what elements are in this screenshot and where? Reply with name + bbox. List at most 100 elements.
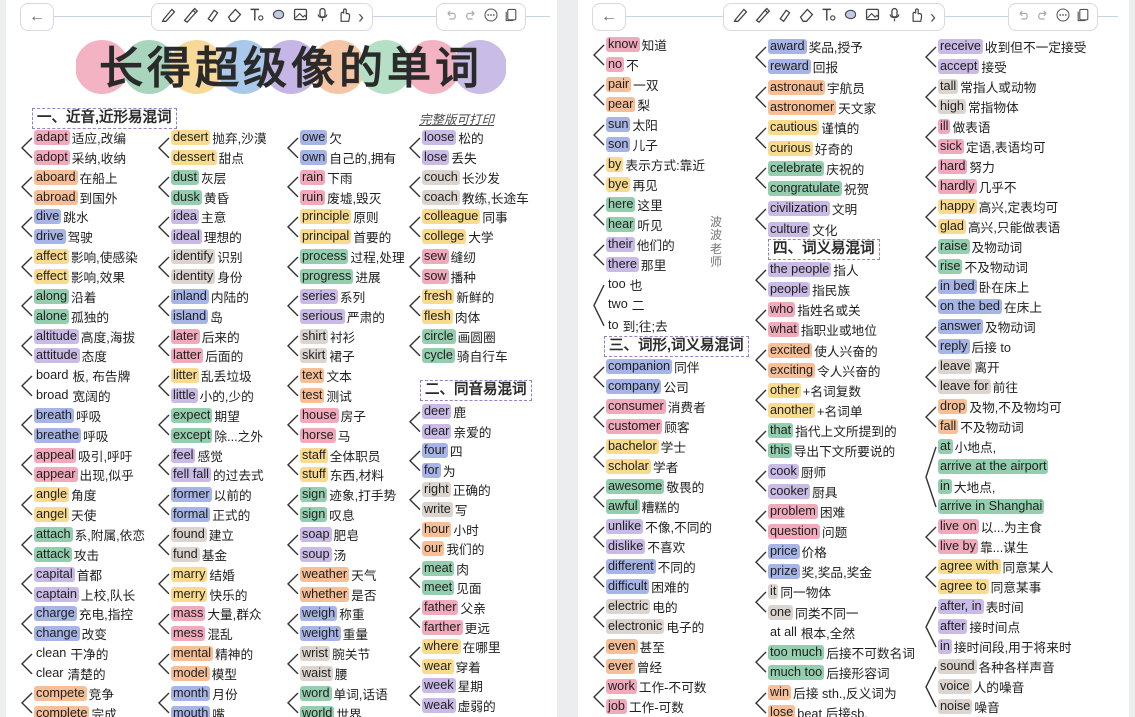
bracket-icon — [925, 606, 937, 647]
right-page: ← › 波波老师 三、词形,词义易混词 四、词义易混词 know 知道 no 不 pai… — [578, 0, 1129, 717]
microphone-icon[interactable] — [314, 6, 331, 28]
vocab-meaning: 在船上 — [79, 171, 118, 186]
vocab-word: later — [171, 328, 200, 344]
vocab-word: happy — [938, 199, 977, 214]
vocab-word: cycle — [422, 348, 455, 364]
redo-icon[interactable] — [1035, 7, 1051, 28]
vocab-word: meet — [422, 580, 455, 596]
vocab-meaning: 到;往;去 — [622, 319, 668, 334]
shape-tool-icon[interactable] — [270, 6, 287, 28]
back-button[interactable]: ← — [592, 3, 626, 31]
vocab-word: marry — [171, 566, 208, 582]
highlighter-icon[interactable] — [204, 6, 221, 28]
more-options-icon[interactable] — [483, 7, 499, 28]
more-tools-chevron-icon[interactable]: › — [358, 7, 364, 28]
vocab-entry: deer 鹿 — [422, 402, 466, 421]
eraser-icon[interactable] — [226, 6, 243, 28]
vocab-word: affect — [34, 249, 69, 265]
pencil-icon[interactable] — [754, 6, 771, 28]
vocab-word: fund — [171, 546, 200, 562]
image-insert-icon[interactable] — [864, 6, 881, 28]
copy-page-icon[interactable] — [1075, 7, 1091, 28]
back-button[interactable]: ← — [20, 3, 54, 31]
bracket-icon — [925, 406, 937, 427]
pencil-icon[interactable] — [182, 6, 199, 28]
vocab-entry: little 小的,少的 — [171, 386, 254, 405]
vocab-word: astronaut — [768, 79, 825, 95]
vocab-entry: colleague 同事 — [422, 207, 508, 226]
vocab-word: son — [606, 137, 631, 152]
vocab-entry: accept 接受 — [938, 57, 1007, 76]
vocab-entry: one 同类不同一 — [768, 603, 859, 622]
lasso-hand-icon[interactable] — [908, 6, 925, 28]
vocab-word: father — [422, 600, 459, 615]
history-toolbar — [436, 3, 526, 31]
vocab-meaning: 庆祝的 — [826, 162, 865, 177]
vocab-meaning: 指代上文所提到的 — [795, 425, 897, 440]
text-tool-icon[interactable] — [820, 6, 837, 28]
highlighter-icon[interactable] — [776, 6, 793, 28]
vocab-meaning: 裙子 — [329, 350, 355, 365]
more-tools-chevron-icon[interactable]: › — [930, 7, 936, 28]
print-version-link[interactable]: 完整版可打印 — [419, 109, 494, 128]
vocab-meaning: 小时 — [453, 523, 479, 538]
shape-tool-icon[interactable] — [842, 6, 859, 28]
undo-icon[interactable] — [443, 7, 459, 28]
bracket-icon — [158, 414, 170, 436]
microphone-icon[interactable] — [886, 6, 903, 28]
vocab-entry: weight 重量 — [300, 624, 368, 643]
pen-icon[interactable] — [732, 6, 749, 28]
vocab-meaning: 使人兴奋的 — [814, 344, 878, 359]
vocab-meaning: 系列 — [339, 290, 366, 305]
vocab-meaning: 厨师 — [800, 465, 827, 480]
vocab-word: right — [422, 482, 451, 498]
vocab-meaning: 除...之外 — [214, 429, 264, 444]
vocab-entry: charge 充电,指控 — [34, 604, 133, 623]
vocab-meaning: 常指物体 — [968, 101, 1019, 115]
image-insert-icon[interactable] — [292, 6, 309, 28]
vocab-meaning: 正确的 — [452, 484, 491, 499]
vocab-word: drive — [34, 229, 66, 245]
vocab-meaning: 指民族 — [812, 284, 851, 299]
vocab-word: waist — [300, 665, 333, 681]
vocab-meaning: 在床上 — [1003, 301, 1043, 315]
vocab-entry: coach 教练,长途车 — [422, 188, 529, 207]
bracket-icon — [593, 366, 605, 387]
more-options-icon[interactable] — [1055, 7, 1071, 28]
bracket-icon — [925, 86, 937, 107]
vocab-meaning: 定语,表语均可 — [965, 141, 1046, 155]
vocab-entry: the people 指人 — [768, 260, 859, 279]
vocab-word: astronomer — [768, 99, 837, 115]
annotation-toolbar: › — [151, 3, 373, 31]
vocab-word: ever — [606, 659, 635, 674]
eraser-icon[interactable] — [798, 6, 815, 28]
lasso-hand-icon[interactable] — [336, 6, 353, 28]
bracket-icon — [21, 454, 33, 476]
vocab-entry: here 这里 — [606, 195, 663, 214]
vocab-meaning: 消费者 — [667, 401, 706, 415]
vocab-entry: arrive in Shanghai — [938, 497, 1046, 516]
vocab-word: litter — [171, 368, 199, 384]
text-tool-icon[interactable] — [248, 6, 265, 28]
bracket-icon — [593, 646, 605, 667]
vocab-entry: in 大地点, — [938, 477, 995, 496]
vocab-word: after — [938, 619, 968, 634]
vocab-word: problem — [768, 503, 818, 519]
vocab-word: after, in — [938, 599, 984, 614]
bracket-icon — [409, 137, 421, 158]
vocab-entry: electronic 电子的 — [606, 617, 704, 636]
copy-page-icon[interactable] — [503, 7, 519, 28]
vocab-word: four — [422, 443, 448, 459]
vocab-word: fresh — [422, 288, 455, 304]
vocab-entry: reply 后接 to — [938, 337, 1011, 356]
vocab-entry: board 板, 布告牌 — [34, 366, 130, 385]
vocab-word: dislike — [606, 539, 646, 554]
vocab-entry: hard 努力 — [938, 157, 995, 176]
undo-icon[interactable] — [1015, 7, 1031, 28]
vocab-meaning: 理想的 — [203, 231, 242, 246]
pen-icon[interactable] — [160, 6, 177, 28]
vocab-word: coach — [422, 189, 460, 205]
vocab-entry: sound 各种各样声音 — [938, 657, 1055, 676]
redo-icon[interactable] — [463, 7, 479, 28]
vocab-meaning: 四 — [449, 445, 463, 460]
